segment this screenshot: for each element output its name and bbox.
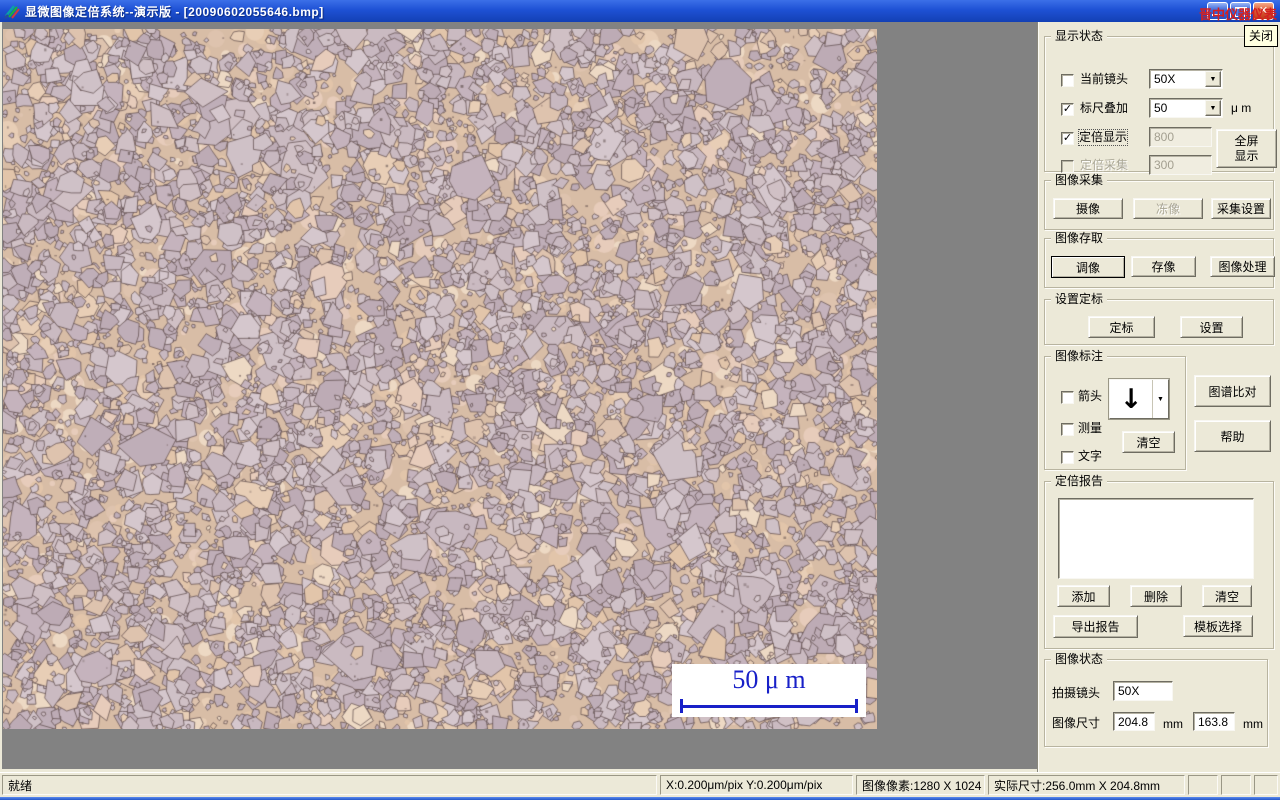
fixed-capture-checkbox [1061,160,1074,173]
check-icon: ✓ [1062,132,1073,144]
group-annotation: 图像标注 箭头 ↓ ▼ 测量 文字 清空 [1044,349,1186,470]
image-height-value: 163.8 [1193,712,1235,731]
status-spare-1 [1188,775,1218,795]
measure-label: 测量 [1078,421,1103,435]
scalebar-tick-right [855,699,858,713]
template-select-button[interactable]: 模板选择 [1183,615,1253,637]
calibrate-button[interactable]: 定标 [1088,316,1155,338]
image-size-label: 图像尺寸 [1052,716,1101,730]
fixed-capture-label: 定倍采集 [1080,158,1129,172]
status-image-pixels: 图像像素:1280 X 1024 [856,775,985,795]
group-image-storage: 图像存取 调像 存像 图像处理 [1044,231,1275,288]
measure-checkbox[interactable] [1061,423,1074,436]
calibration-settings-button[interactable]: 设置 [1180,316,1243,338]
ruler-size-value: 50 [1154,101,1168,115]
micrograph-viewport: 50 μ m [3,29,877,729]
group-calibration-title: 设置定标 [1051,292,1108,307]
title-bar: 显微图像定倍系统--演示版 - [20090602055646.bmp] [0,0,1280,22]
chevron-down-icon[interactable]: ▼ [1205,100,1221,116]
close-tooltip: 关闭 [1243,25,1278,47]
help-button[interactable]: 帮助 [1194,420,1271,452]
text-checkbox[interactable] [1061,451,1074,464]
scalebar-line [680,705,858,708]
fullscreen-line2: 显示 [1234,148,1259,163]
fullscreen-line1: 全屏 [1234,133,1259,148]
group-image-capture: 图像采集 摄像 冻像 采集设置 [1044,173,1274,230]
vendor-watermark: 晋中仪器仪表 [1198,7,1277,22]
current-lens-label: 当前镜头 [1080,72,1129,86]
group-display-status: 显示状态 当前镜头 50X ▼ ✓ 标尺叠加 50 ▼ μ m ✓ 定倍显示 8… [1044,29,1277,175]
arrow-down-icon: ↓ [1119,383,1143,415]
group-report-title: 定倍报告 [1051,474,1108,489]
micrograph-image [3,29,877,729]
shoot-button[interactable]: 摄像 [1053,198,1123,219]
current-lens-select[interactable]: 50X ▼ [1149,69,1223,89]
client-area: 50 μ m [0,22,1037,772]
status-spare-2 [1221,775,1251,795]
freeze-button: 冻像 [1133,198,1203,219]
image-height-unit: mm [1243,717,1263,731]
control-panel: 显示状态 当前镜头 50X ▼ ✓ 标尺叠加 50 ▼ μ m ✓ 定倍显示 8… [1037,22,1280,772]
group-display-status-title: 显示状态 [1051,29,1108,44]
group-image-storage-title: 图像存取 [1051,231,1108,246]
report-clear-button[interactable]: 清空 [1202,585,1252,607]
fixed-capture-input: 300 [1149,155,1212,175]
report-add-button[interactable]: 添加 [1057,585,1110,607]
scalebar-overlay: 50 μ m [672,664,866,717]
atlas-compare-button[interactable]: 图谱比对 [1194,375,1271,407]
status-spare-3 [1254,775,1278,795]
window-title: 显微图像定倍系统--演示版 - [20090602055646.bmp] [25,4,324,19]
load-image-button[interactable]: 调像 [1051,256,1125,278]
current-lens-checkbox[interactable] [1061,74,1074,87]
image-process-button[interactable]: 图像处理 [1210,256,1275,277]
chevron-down-icon[interactable]: ▼ [1205,71,1221,87]
group-report: 定倍报告 添加 删除 清空 导出报告 模板选择 [1044,474,1274,649]
arrow-style-select[interactable]: ↓ ▼ [1109,379,1169,419]
export-report-button[interactable]: 导出报告 [1053,615,1138,638]
ruler-size-select[interactable]: 50 ▼ [1149,98,1223,118]
shoot-lens-label: 拍摄镜头 [1052,686,1101,700]
ruler-unit-label: μ m [1231,101,1252,115]
fixed-display-input: 800 [1149,127,1212,147]
shoot-lens-value: 50X [1113,681,1173,701]
report-delete-button[interactable]: 删除 [1130,585,1182,607]
fullscreen-button[interactable]: 全屏 显示 [1216,129,1277,168]
group-annotation-title: 图像标注 [1051,349,1108,364]
fixed-display-checkbox[interactable]: ✓ [1061,132,1074,145]
status-ready: 就绪 [2,775,657,795]
status-bar: 就绪 X:0.200μm/pix Y:0.200μm/pix 图像像素:1280… [0,772,1280,797]
scalebar-tick-left [680,699,683,713]
text-label: 文字 [1078,449,1103,463]
workspace-background: 50 μ m [2,22,1037,769]
image-width-unit: mm [1163,717,1183,731]
arrow-label: 箭头 [1078,389,1103,403]
current-lens-value: 50X [1154,72,1176,86]
scalebar-label: 50 μ m [732,665,806,694]
status-pixel-scale: X:0.200μm/pix Y:0.200μm/pix [660,775,853,795]
capture-settings-button[interactable]: 采集设置 [1211,198,1271,219]
group-image-status-title: 图像状态 [1051,652,1108,667]
report-listbox[interactable] [1058,498,1254,579]
image-width-value: 204.8 [1113,712,1155,731]
arrow-checkbox[interactable] [1061,391,1074,404]
chevron-down-icon[interactable]: ▼ [1152,380,1168,418]
clear-annotations-button[interactable]: 清空 [1122,431,1175,453]
group-image-status: 图像状态 拍摄镜头 50X 图像尺寸 204.8 mm 163.8 mm [1044,652,1268,747]
ruler-overlay-checkbox[interactable]: ✓ [1061,103,1074,116]
status-actual-size: 实际尺寸:256.0mm X 204.8mm [988,775,1185,795]
save-image-button[interactable]: 存像 [1131,256,1196,277]
group-image-capture-title: 图像采集 [1051,173,1108,188]
check-icon: ✓ [1062,103,1073,115]
fixed-display-label: 定倍显示 [1077,129,1129,146]
ruler-overlay-label: 标尺叠加 [1080,101,1129,115]
group-calibration: 设置定标 定标 设置 [1044,292,1274,345]
app-icon [4,5,20,19]
